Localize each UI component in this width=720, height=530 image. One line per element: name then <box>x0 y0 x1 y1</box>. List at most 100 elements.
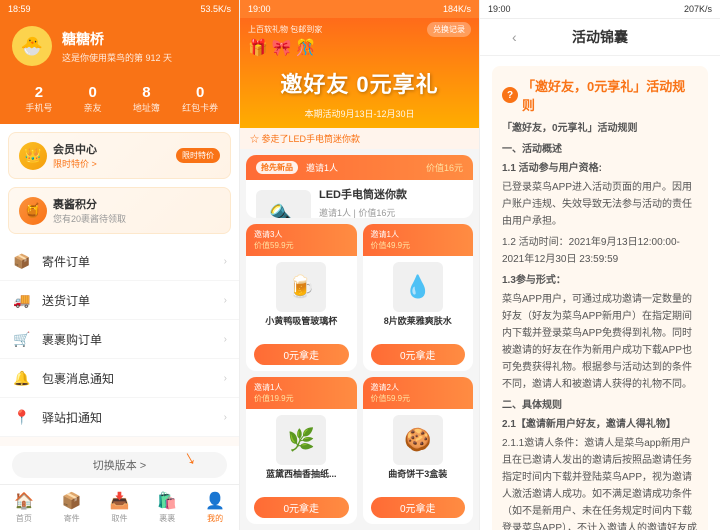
stat-address-number: 8 <box>120 84 174 101</box>
card4-img: 🌿 <box>276 415 326 465</box>
card5-price: 价值59.9元 <box>371 393 466 404</box>
banner-record-btn[interactable]: 兑换记录 <box>427 22 471 37</box>
sauce-subtitle: 您有20裹酱待领取 <box>53 212 220 225</box>
rules-scroll[interactable]: ? 「邀好友，0元享礼」活动规则 「邀好友，0元享礼」活动规则 一、活动概述 1… <box>480 56 720 530</box>
card2-req: 邀请3人 <box>254 229 349 240</box>
menu-item-buy[interactable]: 🛒 裹裹购订单 › <box>0 320 239 359</box>
card5-name: 曲奇饼干3盒装 <box>371 469 466 493</box>
card2-price: 价值59.9元 <box>254 240 349 251</box>
menu-label-send: 寄件订单 <box>42 253 214 270</box>
notify-icon: 🔔 <box>12 368 32 388</box>
profile-info: 糖糖桥 这是你使用菜鸟的第 912 天 <box>62 29 227 64</box>
banner-main-title: 邀好友 0元享礼 <box>280 67 438 99</box>
card5-img: 🍪 <box>393 415 443 465</box>
card1-product-info: LED手电筒迷你款 邀请1人 | 价值16元 0元拿走 <box>319 188 463 218</box>
hero-banner: 上百软礼物 包邮到家 兑换记录 🎁 🎀 🎊 邀好友 0元享礼 本期活动9月13日… <box>240 18 479 128</box>
rules-para-1: 一、活动概述 <box>502 141 698 158</box>
take-icon: 📥 <box>110 491 130 511</box>
home-icon: 🏠 <box>14 491 34 511</box>
nav-crumbs[interactable]: 🛍️ 裹裹 <box>143 485 191 530</box>
sauce-title: 裹酱积分 <box>53 196 220 212</box>
card1-req: 邀请1人 <box>306 161 338 174</box>
member-center[interactable]: 👑 会员中心 限时特价 > 限时特价 <box>8 132 231 179</box>
stat-coupon-label: 红包卡券 <box>173 101 227 114</box>
card2-header: 邀请3人 价值59.9元 <box>246 224 357 256</box>
invite-notice-text: ☆ 参走了LED手电筒迷你款 <box>250 132 360 145</box>
card3-body: 💧 8片欧莱雅爽肤水 0元拿走 <box>363 256 474 371</box>
nav-home[interactable]: 🏠 首页 <box>0 485 48 530</box>
back-btn[interactable]: ‹ <box>512 29 517 45</box>
card5-req: 邀请2人 <box>371 382 466 393</box>
menu-item-station[interactable]: 📍 驿站扣通知 › <box>0 398 239 437</box>
status-bar-right: 19:00 207K/s <box>480 0 720 19</box>
stat-address-label: 地址簿 <box>120 101 174 114</box>
status-bar-mid: 19:00 184K/s <box>240 0 479 18</box>
sauce-points[interactable]: 🍯 裹酱积分 您有20裹酱待领取 <box>8 187 231 234</box>
menu-item-deliver[interactable]: 🚚 送货订单 › <box>0 281 239 320</box>
arrow-icon-send: › <box>224 256 227 267</box>
menu-label-buy: 裹裹购订单 <box>42 331 214 348</box>
member-icon: 👑 <box>19 142 47 170</box>
stat-phone-number: 2 <box>12 84 66 101</box>
card3-img: 💧 <box>393 262 443 312</box>
menu-label-station: 驿站扣通知 <box>42 409 214 426</box>
gift-box-1: 🎁 <box>248 38 268 58</box>
nav-home-label: 首页 <box>16 513 32 524</box>
card4-take-btn[interactable]: 0元拿走 <box>254 497 349 518</box>
stat-friends: 0 亲友 <box>66 84 120 114</box>
card4-body: 🌿 蓝黛西柚香抽纸... 0元拿走 <box>246 409 357 524</box>
status-signal-mid: 184K/s <box>443 4 471 14</box>
two-col-row-2: 邀请1人 价值19.9元 🌿 蓝黛西柚香抽纸... 0元拿走 邀请2人 价值59… <box>246 377 473 524</box>
menu-item-notify[interactable]: 🔔 包裹消息通知 › <box>0 359 239 398</box>
bottom-nav: 🏠 首页 📦 寄件 📥 取件 🛍️ 裹裹 👤 我的 <box>0 484 239 530</box>
rules-section: ? 「邀好友，0元享礼」活动规则 「邀好友，0元享礼」活动规则 一、活动概述 1… <box>492 66 708 530</box>
card1-price: 价值16元 <box>426 161 463 174</box>
card3-req: 邀请1人 <box>371 229 466 240</box>
card4-name: 蓝黛西柚香抽纸... <box>254 469 349 493</box>
banner-date: 本期活动9月13日-12月30日 <box>304 107 414 120</box>
right-panel: 19:00 207K/s ‹ 活动锦囊 ? 「邀好友，0元享礼」活动规则 「邀好… <box>480 0 720 530</box>
nav-take[interactable]: 📥 取件 <box>96 485 144 530</box>
nav-mine[interactable]: 👤 我的 <box>191 485 239 530</box>
sauce-icon: 🍯 <box>19 197 47 225</box>
station-icon: 📍 <box>12 407 32 427</box>
buy-icon: 🛒 <box>12 329 32 349</box>
card1-product-name: LED手电筒迷你款 <box>319 188 463 202</box>
menu-item-send[interactable]: 📦 寄件订单 › <box>0 242 239 281</box>
card3-take-btn[interactable]: 0元拿走 <box>371 344 466 365</box>
nav-send-label: 寄件 <box>64 513 80 524</box>
middle-panel: 19:00 184K/s 上百软礼物 包邮到家 兑换记录 🎁 🎀 🎊 邀好友 0… <box>240 0 480 530</box>
rules-question-icon: ? <box>502 87 518 103</box>
rules-para-3: 已登录菜鸟APP进入活动页面的用户。因用户账户违规、失效导致无法参与活动的责任由… <box>502 179 698 230</box>
nav-crumbs-label: 裹裹 <box>159 513 175 524</box>
avatar: 🐣 <box>12 26 52 66</box>
card4-header: 邀请1人 价值19.9元 <box>246 377 357 409</box>
rules-para-5: 1.3参与形式： <box>502 272 698 289</box>
rules-para-0: 「邀好友，0元享礼」活动规则 <box>502 120 698 137</box>
banner-top-text: 上百软礼物 包邮到家 <box>248 24 322 35</box>
card5-take-btn[interactable]: 0元拿走 <box>371 497 466 518</box>
card5-header: 邀请2人 价值59.9元 <box>363 377 474 409</box>
member-subtitle: 限时特价 > <box>53 157 170 170</box>
member-badge: 限时特价 <box>176 148 220 163</box>
product-card-3: 邀请1人 价值49.9元 💧 8片欧莱雅爽肤水 0元拿走 <box>363 224 474 371</box>
menu-item-invite[interactable]: 🎁 邀请有礼 New › <box>0 437 239 446</box>
member-title: 会员中心 <box>53 141 170 157</box>
profile-header: 🐣 糖糖桥 这是你使用菜鸟的第 912 天 <box>0 18 239 78</box>
rules-para-2: 1.1 活动参与用户资格: <box>502 160 698 177</box>
stat-address: 8 地址簿 <box>120 84 174 114</box>
status-bar-left: 18:59 53.5K/s <box>0 0 239 18</box>
status-time-mid: 19:00 <box>248 4 271 14</box>
products-scroll[interactable]: 抢先新品 邀请1人 价值16元 🔦 LED手电筒迷你款 邀请1人 | 价值16元… <box>240 149 479 530</box>
card2-take-btn[interactable]: 0元拿走 <box>254 344 349 365</box>
nav-send[interactable]: 📦 寄件 <box>48 485 96 530</box>
arrow-icon-buy: › <box>224 334 227 345</box>
rules-para-8: 2.1【邀请新用户好友，邀请人得礼物】 <box>502 416 698 433</box>
stat-phone-label: 手机号 <box>12 101 66 114</box>
card3-header: 邀请1人 价值49.9元 <box>363 224 474 256</box>
nav-mine-label: 我的 <box>207 513 223 524</box>
menu-label-deliver: 送货订单 <box>42 292 214 309</box>
stat-coupon: 0 红包卡券 <box>173 84 227 114</box>
right-panel-title: 活动锦囊 <box>572 27 628 47</box>
card1-product-sub: 邀请1人 | 价值16元 <box>319 206 463 218</box>
